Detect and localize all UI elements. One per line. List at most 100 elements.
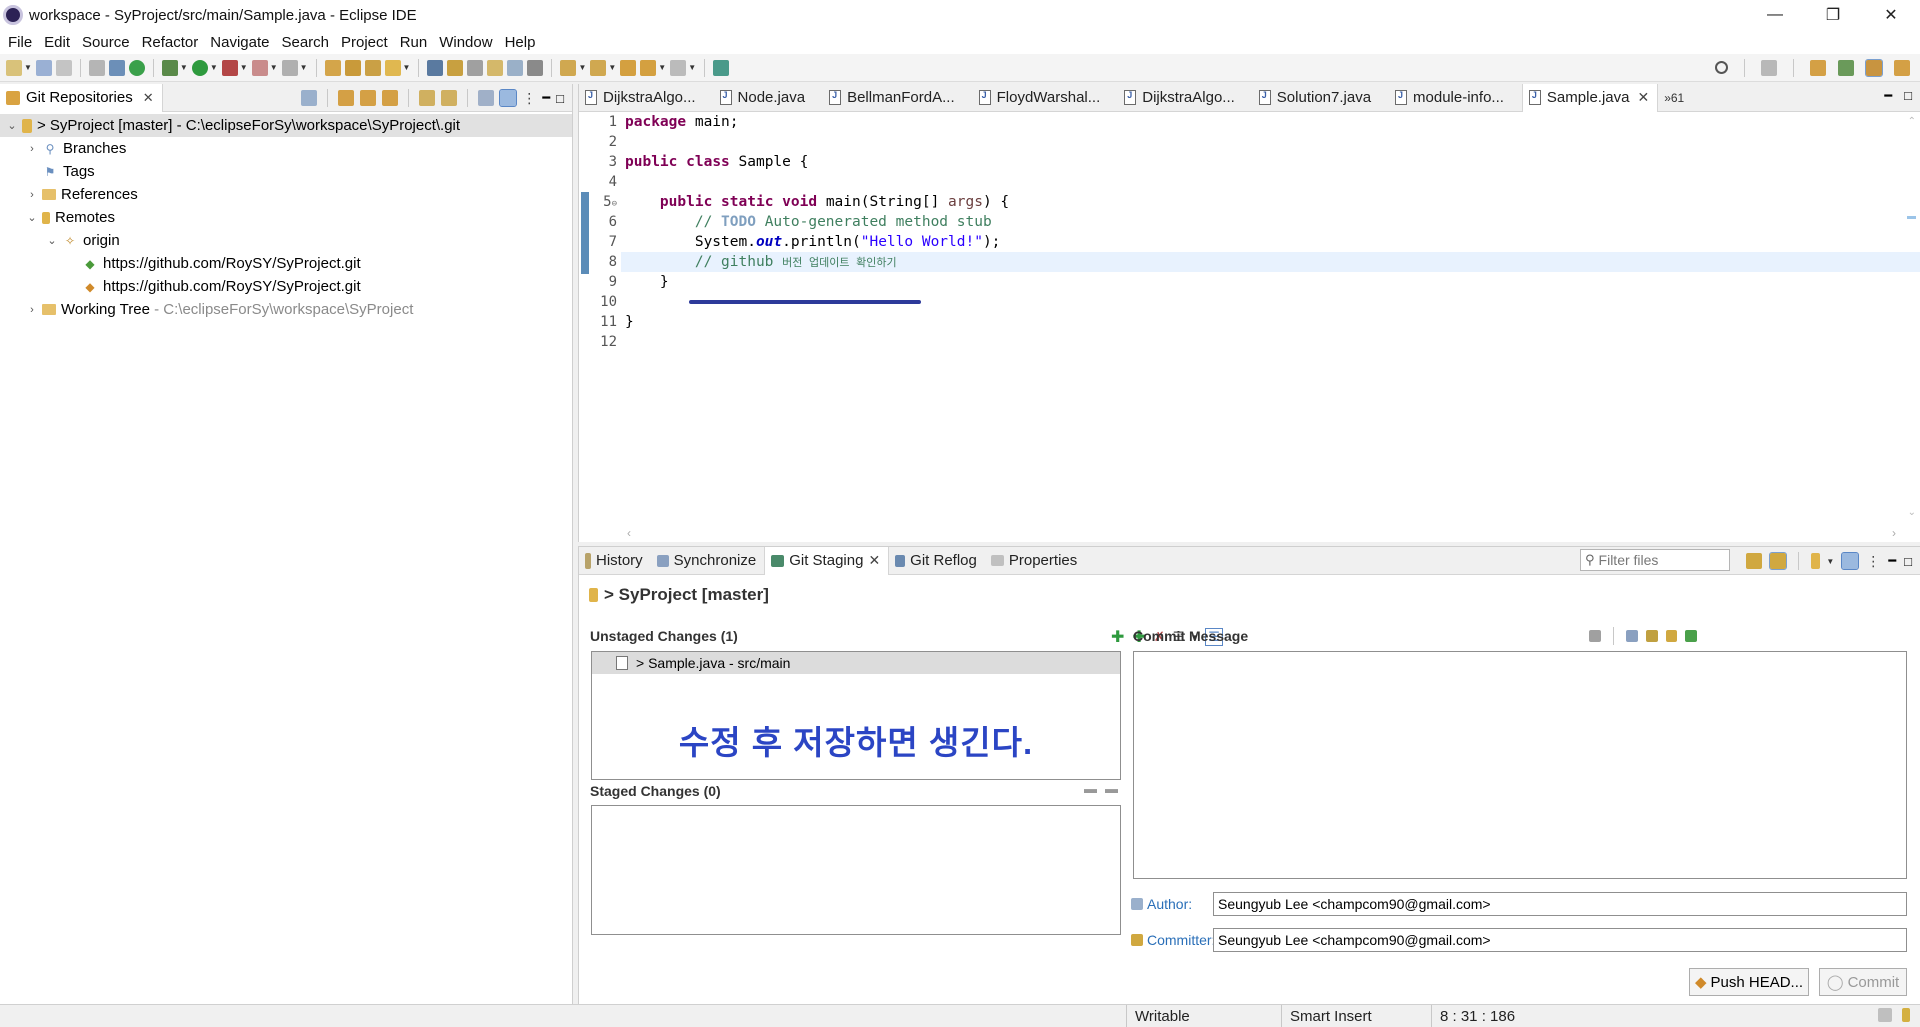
scroll-up-icon[interactable]: ⌃ xyxy=(1908,116,1916,127)
collapse-all-icon[interactable] xyxy=(301,90,318,106)
commit-button[interactable]: ◯ Commit xyxy=(1819,968,1907,996)
collapsed-chevron-icon[interactable]: › xyxy=(24,189,40,201)
committer-field[interactable]: Seungyub Lee <champcom90@gmail.com> xyxy=(1213,928,1907,952)
maximize-view-icon[interactable]: □ xyxy=(1904,554,1912,569)
editor-tab[interactable]: module-info... xyxy=(1389,84,1512,112)
tab-history[interactable]: History xyxy=(579,547,651,575)
link-selection-icon[interactable] xyxy=(1769,552,1788,570)
word-wrap-icon[interactable] xyxy=(487,59,504,76)
create-repository-icon[interactable] xyxy=(382,90,399,106)
editor-tab-active[interactable]: Sample.java ✕ xyxy=(1521,83,1659,112)
expanded-chevron-icon[interactable]: ⌄ xyxy=(4,119,20,132)
hierarchical-layout-icon[interactable] xyxy=(478,90,495,106)
new-dropdown-icon[interactable]: ▼ xyxy=(24,63,32,72)
unstage-selected-icon[interactable]: ▬ xyxy=(1084,781,1097,796)
tree-push-url[interactable]: ◆ https://github.com/RoySY/SyProject.git xyxy=(0,275,572,298)
scroll-down-icon[interactable]: ⌄ xyxy=(1908,507,1916,518)
menu-refactor[interactable]: Refactor xyxy=(136,34,205,51)
binary-icon[interactable] xyxy=(88,59,105,76)
overview-mark[interactable] xyxy=(1907,216,1916,219)
list-item[interactable]: > Sample.java - src/main xyxy=(592,652,1120,674)
stop-dropdown-icon[interactable]: ▼ xyxy=(270,63,278,72)
signed-off-icon[interactable] xyxy=(1646,630,1658,642)
java-perspective-icon[interactable] xyxy=(1894,59,1910,76)
restore-button[interactable]: ❐ xyxy=(1804,0,1862,30)
tab-git-repositories[interactable]: Git Repositories ✕ xyxy=(0,83,163,112)
menu-file[interactable]: File xyxy=(2,34,38,51)
forward-icon[interactable] xyxy=(670,59,687,76)
new-icon[interactable] xyxy=(6,59,22,76)
tab-properties[interactable]: Properties xyxy=(985,547,1085,575)
minimize-view-icon[interactable]: ━ xyxy=(1884,88,1892,104)
push-head-button[interactable]: ◆ Push HEAD... xyxy=(1689,968,1809,996)
add-repository-icon[interactable] xyxy=(338,90,355,106)
debug-icon[interactable] xyxy=(161,59,178,76)
layout-icon[interactable] xyxy=(1841,552,1860,570)
view-menu-icon[interactable]: ⋮ xyxy=(522,90,536,107)
author-label[interactable]: Author: xyxy=(1131,896,1192,912)
close-icon[interactable]: ✕ xyxy=(868,552,880,569)
scroll-left-icon[interactable]: ‹ xyxy=(627,526,631,540)
menu-search[interactable]: Search xyxy=(275,34,335,51)
horizontal-scrollbar[interactable]: ‹ › xyxy=(621,524,1902,542)
tree-origin[interactable]: ⌄ ✧ origin xyxy=(0,229,572,252)
new-package-icon[interactable] xyxy=(344,59,361,76)
show-whitespace-icon[interactable] xyxy=(507,59,524,76)
editor-tab[interactable]: Node.java xyxy=(714,84,814,112)
tree-references[interactable]: › References xyxy=(0,183,572,206)
show-history-icon[interactable] xyxy=(1589,630,1601,642)
menu-run[interactable]: Run xyxy=(394,34,434,51)
expanded-chevron-icon[interactable]: ⌄ xyxy=(24,211,40,224)
menu-navigate[interactable]: Navigate xyxy=(204,34,275,51)
tree-working-tree[interactable]: › Working Tree - C:\eclipseForSy\workspa… xyxy=(0,298,572,321)
external-tools-dropdown-icon[interactable]: ▼ xyxy=(300,63,308,72)
open-type-dropdown-icon[interactable]: ▼ xyxy=(403,63,411,72)
run-dropdown-icon[interactable]: ▼ xyxy=(210,63,218,72)
commit-message-input[interactable] xyxy=(1133,651,1907,879)
progress-icon[interactable] xyxy=(1878,1008,1892,1022)
prev-annotation-icon[interactable] xyxy=(590,59,607,76)
stop-icon[interactable] xyxy=(251,59,268,76)
code-text[interactable]: package main; public class Sample { publ… xyxy=(621,112,1920,522)
run-icon[interactable] xyxy=(191,59,208,76)
tree-remotes[interactable]: ⌄ Remotes xyxy=(0,206,572,229)
amend-icon[interactable] xyxy=(1626,630,1638,642)
back-icon[interactable] xyxy=(640,59,657,76)
minimize-view-icon[interactable]: ━ xyxy=(542,90,550,106)
close-window-button[interactable]: ✕ xyxy=(1862,0,1920,30)
pull-icon[interactable] xyxy=(441,90,458,106)
fetch-icon[interactable] xyxy=(419,90,436,106)
terminal-icon[interactable] xyxy=(108,59,125,76)
pilcrow-icon[interactable] xyxy=(527,59,544,76)
view-menu-icon[interactable]: ⋮ xyxy=(1866,553,1880,570)
coverage-icon[interactable] xyxy=(221,59,238,76)
unstaged-changes-list[interactable]: > Sample.java - src/main 수정 후 저장하면 생긴다. xyxy=(591,651,1121,780)
skip-breakpoints-icon[interactable] xyxy=(128,59,145,76)
menu-help[interactable]: Help xyxy=(499,34,542,51)
fold-icon[interactable]: ⊖ xyxy=(612,199,617,209)
tip-icon[interactable] xyxy=(1902,1008,1910,1022)
clone-repository-icon[interactable] xyxy=(360,90,377,106)
minimize-button[interactable]: — xyxy=(1746,0,1804,30)
menu-source[interactable]: Source xyxy=(76,34,136,51)
scroll-right-icon[interactable]: › xyxy=(1892,526,1896,540)
overview-ruler[interactable]: ⌃ ⌄ xyxy=(1902,112,1920,522)
save-icon[interactable] xyxy=(35,59,52,76)
prev-annotation-dropdown-icon[interactable]: ▼ xyxy=(608,63,616,72)
new-class-icon[interactable] xyxy=(364,59,381,76)
unstage-all-icon[interactable]: ▬ xyxy=(1105,781,1118,796)
menu-project[interactable]: Project xyxy=(335,34,394,51)
tree-repo-syproject[interactable]: ⌄ > SyProject [master] - C:\eclipseForSy… xyxy=(0,114,572,137)
debug-dropdown-icon[interactable]: ▼ xyxy=(180,63,188,72)
tree-tags[interactable]: ⚑ Tags xyxy=(0,160,572,183)
code-editor[interactable]: 1 2 3 4 5⊖ 6 7 8 9 10 11 12 package main… xyxy=(579,112,1920,522)
committer-label[interactable]: Committer: xyxy=(1131,932,1215,948)
pin-editor-icon[interactable] xyxy=(713,59,730,76)
back-dropdown-icon[interactable]: ▼ xyxy=(658,63,666,72)
editor-tab[interactable]: Solution7.java xyxy=(1253,84,1379,112)
forward-dropdown-icon[interactable]: ▼ xyxy=(688,63,696,72)
menu-edit[interactable]: Edit xyxy=(38,34,76,51)
tab-overflow-button[interactable]: »61 xyxy=(1664,91,1684,105)
close-icon[interactable]: ✕ xyxy=(143,90,154,106)
open-perspective-icon[interactable] xyxy=(1761,59,1777,76)
